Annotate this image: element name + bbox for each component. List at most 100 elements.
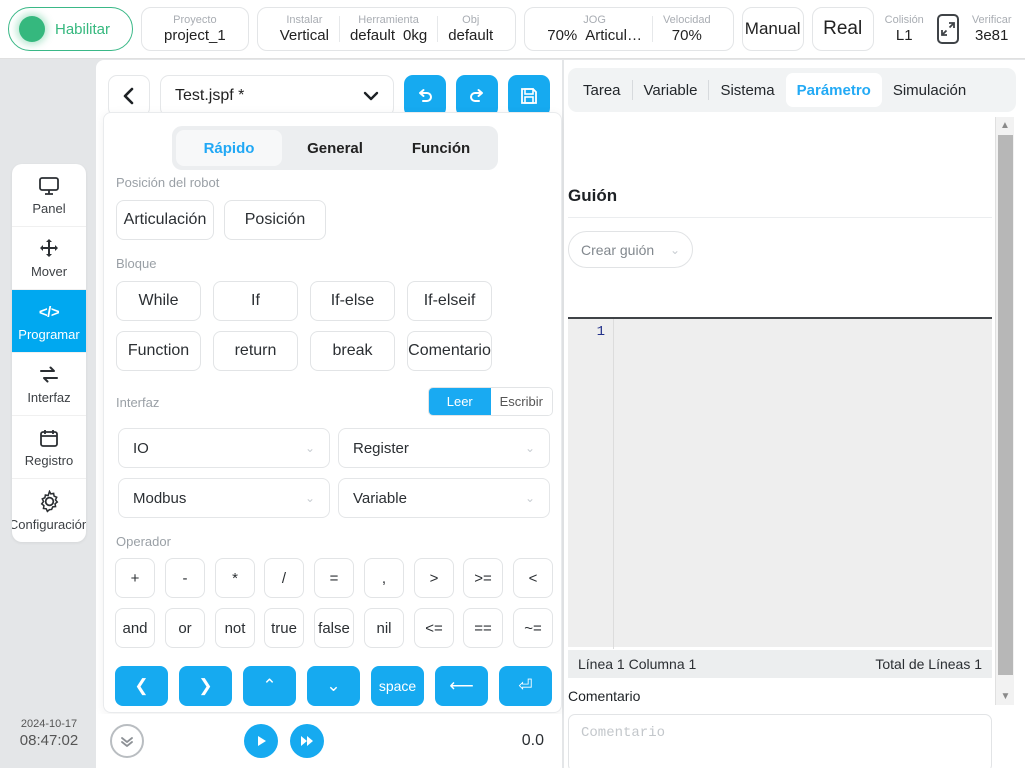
block-return-button[interactable]: return	[213, 331, 298, 371]
scroll-down-arrow[interactable]: ▼	[996, 688, 1015, 705]
scroll-up-arrow[interactable]: ▲	[996, 117, 1014, 134]
tab-funcion[interactable]: Función	[388, 130, 494, 166]
enable-label: Habilitar	[55, 20, 111, 38]
tab-sistema[interactable]: Sistema	[709, 73, 785, 107]
play-button[interactable]	[244, 724, 278, 758]
arrow-up-key[interactable]: ⌃	[243, 666, 296, 706]
op-and-key[interactable]: and	[115, 608, 155, 648]
block-while-button[interactable]: While	[116, 281, 201, 321]
enable-status-dot	[19, 16, 45, 42]
op-true-key[interactable]: true	[264, 608, 304, 648]
op-divide-key[interactable]: /	[264, 558, 304, 598]
save-button[interactable]	[508, 75, 550, 117]
arrow-down-key[interactable]: ⌄	[307, 666, 360, 706]
enter-key[interactable]: ⏎	[499, 666, 552, 706]
operator-label: Operador	[116, 534, 171, 549]
posicion-button[interactable]: Posición	[224, 200, 326, 240]
install-key: Instalar	[286, 14, 323, 27]
op-plus-key[interactable]: +	[115, 558, 155, 598]
jog-percent: 70%	[547, 26, 578, 44]
op-greater-key[interactable]: >	[414, 558, 454, 598]
write-option[interactable]: Escribir	[490, 388, 552, 415]
tab-simulacion[interactable]: Simulación	[882, 73, 977, 107]
chevron-down-circle-icon[interactable]	[110, 724, 144, 758]
op-comma-key[interactable]: ,	[364, 558, 404, 598]
block-break-button[interactable]: break	[310, 331, 395, 371]
modbus-select[interactable]: Modbus ⌄	[118, 478, 330, 518]
sidebar-item-configuracion[interactable]: Configuración	[12, 479, 86, 542]
op-less-equal-key[interactable]: <=	[414, 608, 454, 648]
tool-key: Herramienta	[358, 14, 419, 27]
variable-select[interactable]: Variable ⌄	[338, 478, 550, 518]
scrollbar-thumb[interactable]	[998, 135, 1013, 675]
sidebar-item-registro[interactable]: Registro	[12, 416, 86, 479]
block-comentario-button[interactable]: Comentario	[407, 331, 492, 371]
sidebar-item-label: Programar	[18, 327, 80, 342]
tab-rapido[interactable]: Rápido	[176, 130, 282, 166]
fast-forward-button[interactable]	[290, 724, 324, 758]
obj-value: default	[448, 26, 494, 44]
collision-value: L1	[895, 26, 913, 44]
tab-variable[interactable]: Variable	[633, 73, 709, 107]
tab-general[interactable]: General	[282, 130, 388, 166]
verify-key: Verificar	[971, 14, 1012, 27]
motion-info-pill[interactable]: JOG 70% Articul… Velocidad 70%	[524, 7, 734, 51]
op-multiply-key[interactable]: *	[215, 558, 255, 598]
manual-mode-button[interactable]: Manual	[741, 7, 804, 51]
block-function-button[interactable]: Function	[116, 331, 201, 371]
sidebar-item-interfaz[interactable]: Interfaz	[12, 353, 86, 416]
block-if-button[interactable]: If	[213, 281, 298, 321]
code-editor[interactable]: 1	[568, 317, 992, 649]
tool-weight: 0kg	[403, 26, 428, 44]
op-equals-key[interactable]: ==	[463, 608, 503, 648]
robot-position-label: Posición del robot	[116, 175, 220, 190]
backspace-key[interactable]: ⟵	[435, 666, 488, 706]
tool-value-row: default 0kg	[350, 27, 427, 44]
jog-key: JOG	[583, 14, 606, 27]
space-key[interactable]: space	[371, 666, 424, 706]
arrow-right-key[interactable]: ❯	[179, 666, 232, 706]
back-button[interactable]	[108, 75, 150, 117]
clock-date: 2024-10-17	[20, 718, 78, 730]
articulacion-button[interactable]: Articulación	[116, 200, 214, 240]
op-false-key[interactable]: false	[314, 608, 354, 648]
page-scrollbar[interactable]: ▲ ▼	[995, 117, 1014, 705]
op-nil-key[interactable]: nil	[364, 608, 404, 648]
read-option[interactable]: Leer	[429, 388, 491, 415]
register-select[interactable]: Register ⌄	[338, 428, 550, 468]
file-select[interactable]: Test.jspf *	[160, 75, 394, 117]
comment-input[interactable]: Comentario	[568, 714, 992, 768]
op-less-key[interactable]: <	[513, 558, 553, 598]
sidebar-item-label: Mover	[30, 264, 68, 279]
arrow-left-key[interactable]: ❮	[115, 666, 168, 706]
modbus-select-value: Modbus	[133, 489, 187, 507]
io-select[interactable]: IO ⌄	[118, 428, 330, 468]
sidebar-item-programar[interactable]: </> Programar	[12, 290, 86, 353]
tab-tarea[interactable]: Tarea	[572, 73, 632, 107]
block-ifelse-button[interactable]: If-else	[310, 281, 395, 321]
collision-stat: Colisión L1	[882, 14, 927, 44]
op-assign-key[interactable]: =	[314, 558, 354, 598]
setup-info-pill[interactable]: Instalar Vertical Herramienta default 0k…	[256, 7, 517, 51]
op-not-equal-key[interactable]: ~=	[513, 608, 553, 648]
enable-button[interactable]: Habilitar	[8, 7, 134, 51]
op-greater-equal-key[interactable]: >=	[463, 558, 503, 598]
project-key: Proyecto	[173, 14, 217, 27]
real-mode-button[interactable]: Real	[811, 7, 874, 51]
op-or-key[interactable]: or	[165, 608, 205, 648]
tab-parametro[interactable]: Parámetro	[785, 73, 882, 107]
install-value: Vertical	[279, 26, 329, 44]
sidebar-item-panel[interactable]: Panel	[12, 164, 86, 227]
op-minus-key[interactable]: -	[165, 558, 205, 598]
sidebar-item-mover[interactable]: Mover	[12, 227, 86, 290]
expand-icon[interactable]	[936, 14, 959, 44]
project-value: project_1	[164, 26, 226, 44]
redo-button[interactable]	[456, 75, 498, 117]
project-info-pill[interactable]: Proyecto project_1	[141, 7, 249, 51]
line-number-gutter: 1	[568, 319, 614, 649]
register-select-value: Register	[353, 439, 409, 457]
op-not-key[interactable]: not	[215, 608, 255, 648]
block-ifelseif-button[interactable]: If-elseif	[407, 281, 492, 321]
create-script-select[interactable]: Crear guión ⌄	[568, 231, 693, 268]
undo-button[interactable]	[404, 75, 446, 117]
